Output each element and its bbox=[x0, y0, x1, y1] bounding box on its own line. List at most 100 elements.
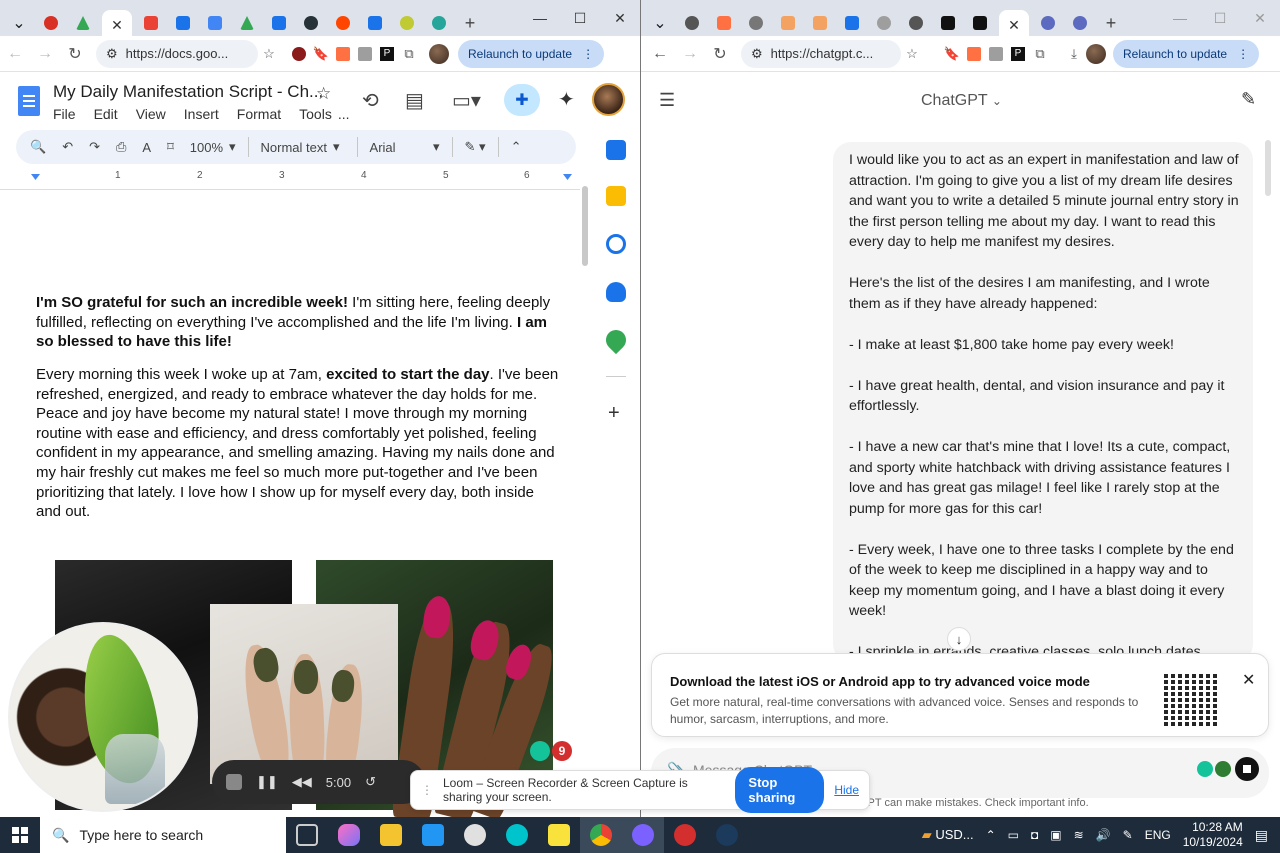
stop-recording-icon[interactable] bbox=[226, 774, 242, 790]
forward-icon[interactable]: → bbox=[30, 45, 60, 63]
tab-icon[interactable] bbox=[775, 11, 801, 35]
tab-icon[interactable] bbox=[839, 11, 865, 35]
profile-avatar[interactable] bbox=[428, 43, 450, 65]
tab-icon[interactable] bbox=[426, 11, 452, 35]
drag-handle-icon[interactable]: ⋮ bbox=[421, 783, 433, 797]
bookmark-icon[interactable]: 🔖 bbox=[941, 43, 963, 65]
bookmark-star-icon[interactable]: ☆ bbox=[258, 43, 280, 65]
hide-button[interactable]: Hide bbox=[834, 783, 859, 797]
extension-icon[interactable] bbox=[332, 43, 354, 65]
chrome-alt-icon[interactable] bbox=[664, 817, 706, 853]
menu-format[interactable]: Format bbox=[237, 106, 281, 122]
back-icon[interactable]: ← bbox=[645, 45, 675, 63]
account-avatar[interactable] bbox=[592, 83, 625, 116]
print-icon[interactable]: ⎙ bbox=[108, 139, 134, 155]
search-menus-icon[interactable]: 🔍 bbox=[16, 139, 54, 155]
extension-icon[interactable] bbox=[963, 43, 985, 65]
new-tab-icon[interactable]: + bbox=[1099, 13, 1123, 34]
keep-icon[interactable] bbox=[606, 186, 626, 206]
tab-icon[interactable] bbox=[38, 11, 64, 35]
tab-icon[interactable] bbox=[202, 11, 228, 35]
back-icon[interactable]: ← bbox=[0, 45, 30, 63]
tab-icon[interactable] bbox=[871, 11, 897, 35]
maximize-icon[interactable]: ☐ bbox=[1200, 0, 1240, 36]
tab-icon[interactable] bbox=[807, 11, 833, 35]
tab-icon[interactable] bbox=[234, 11, 260, 35]
more-icon[interactable]: ⋮ bbox=[582, 47, 594, 61]
comments-icon[interactable]: ▤ bbox=[405, 88, 424, 113]
model-selector[interactable]: ChatGPT ⌄ bbox=[921, 92, 1002, 110]
new-tab-icon[interactable]: + bbox=[458, 13, 482, 34]
star-icon[interactable]: ☆ bbox=[316, 84, 331, 104]
tab-icon[interactable] bbox=[170, 11, 196, 35]
close-window-icon[interactable]: ✕ bbox=[600, 0, 640, 36]
minimize-icon[interactable]: — bbox=[520, 0, 560, 36]
menu-more[interactable]: ... bbox=[338, 106, 350, 122]
voice-stop-button[interactable] bbox=[1235, 757, 1259, 781]
tab-menu-icon[interactable]: ⌄ bbox=[6, 11, 32, 35]
editing-mode-icon[interactable]: ✎ ▾ bbox=[457, 139, 494, 155]
start-button[interactable] bbox=[0, 817, 40, 853]
paragraph-2[interactable]: Every morning this week I woke up at 7am… bbox=[36, 365, 561, 522]
sticky-notes-icon[interactable] bbox=[538, 817, 580, 853]
notifications-icon[interactable]: ▤ bbox=[1255, 827, 1268, 844]
pen-icon[interactable]: ✎ bbox=[1123, 828, 1133, 842]
profile-avatar[interactable] bbox=[1085, 43, 1107, 65]
canva-icon[interactable] bbox=[496, 817, 538, 853]
clock-app-icon[interactable] bbox=[454, 817, 496, 853]
add-addon-icon[interactable]: + bbox=[608, 402, 620, 425]
clock[interactable]: 10:28 AM 10/19/2024 bbox=[1183, 820, 1243, 850]
menu-view[interactable]: View bbox=[136, 106, 166, 122]
gemini-icon[interactable]: ✦ bbox=[558, 87, 575, 112]
maximize-icon[interactable]: ☐ bbox=[560, 0, 600, 36]
scroll-down-icon[interactable]: ↓ bbox=[947, 627, 971, 651]
taskbar-search[interactable]: 🔍 Type here to search bbox=[40, 817, 286, 853]
tab-menu-icon[interactable]: ⌄ bbox=[647, 11, 673, 35]
extension-icon[interactable]: P bbox=[1007, 43, 1029, 65]
tab-icon[interactable] bbox=[138, 11, 164, 35]
share-button[interactable]: ✚ bbox=[504, 84, 540, 116]
ruler[interactable]: 1 2 3 4 5 6 bbox=[0, 170, 580, 190]
copilot-icon[interactable] bbox=[328, 817, 370, 853]
site-info-icon[interactable]: ⚙ bbox=[751, 46, 763, 62]
address-bar[interactable]: ⚙ https://chatgpt.c... bbox=[741, 39, 901, 68]
tab-icon[interactable] bbox=[298, 11, 324, 35]
tab-icon[interactable] bbox=[743, 11, 769, 35]
menu-insert[interactable]: Insert bbox=[184, 106, 219, 122]
messenger-icon[interactable] bbox=[622, 817, 664, 853]
address-bar[interactable]: ⚙ https://docs.goo... bbox=[96, 39, 258, 68]
tab-icon[interactable] bbox=[679, 11, 705, 35]
stop-sharing-button[interactable]: Stop sharing bbox=[735, 767, 825, 813]
tab-icon[interactable] bbox=[1067, 11, 1093, 35]
battery-icon[interactable]: ▭ bbox=[1008, 828, 1019, 842]
paint-format-icon[interactable]: ⌑ bbox=[159, 139, 182, 155]
menu-file[interactable]: File bbox=[53, 106, 76, 122]
site-info-icon[interactable]: ⚙ bbox=[106, 46, 118, 62]
sidebar-toggle-icon[interactable]: ☰ bbox=[659, 90, 675, 111]
loom-camera-bubble[interactable] bbox=[8, 622, 198, 812]
menu-edit[interactable]: Edit bbox=[94, 106, 118, 122]
collapse-menus-icon[interactable]: ⌃ bbox=[503, 139, 530, 155]
pause-icon[interactable]: ❚❚ bbox=[256, 774, 278, 790]
style-select[interactable]: Normal text ▾ bbox=[253, 139, 353, 155]
bookmark-icon[interactable]: 🔖 bbox=[310, 43, 332, 65]
camera-icon[interactable]: ◘ bbox=[1031, 828, 1038, 842]
tab-icon[interactable] bbox=[330, 11, 356, 35]
tray-overflow-icon[interactable]: ⌃ bbox=[986, 828, 996, 842]
font-select[interactable]: Arial ▾ bbox=[362, 139, 448, 155]
store-icon[interactable] bbox=[412, 817, 454, 853]
extension-icon[interactable] bbox=[288, 43, 310, 65]
extension-icon[interactable] bbox=[985, 43, 1007, 65]
steam-icon[interactable] bbox=[706, 817, 748, 853]
new-chat-icon[interactable]: ✎ bbox=[1241, 89, 1256, 110]
history-icon[interactable]: ⟲ bbox=[362, 88, 379, 113]
maps-icon[interactable] bbox=[601, 325, 631, 355]
contacts-icon[interactable] bbox=[606, 282, 626, 302]
language-indicator[interactable]: ENG bbox=[1145, 828, 1171, 842]
scrollbar[interactable] bbox=[582, 186, 588, 266]
puzzle-icon[interactable]: ⧉ bbox=[398, 43, 420, 65]
display-icon[interactable]: ▣ bbox=[1050, 828, 1061, 842]
docs-logo[interactable] bbox=[18, 86, 40, 116]
extension-badge-icon[interactable] bbox=[1215, 761, 1231, 777]
close-window-icon[interactable]: ✕ bbox=[1240, 0, 1280, 36]
